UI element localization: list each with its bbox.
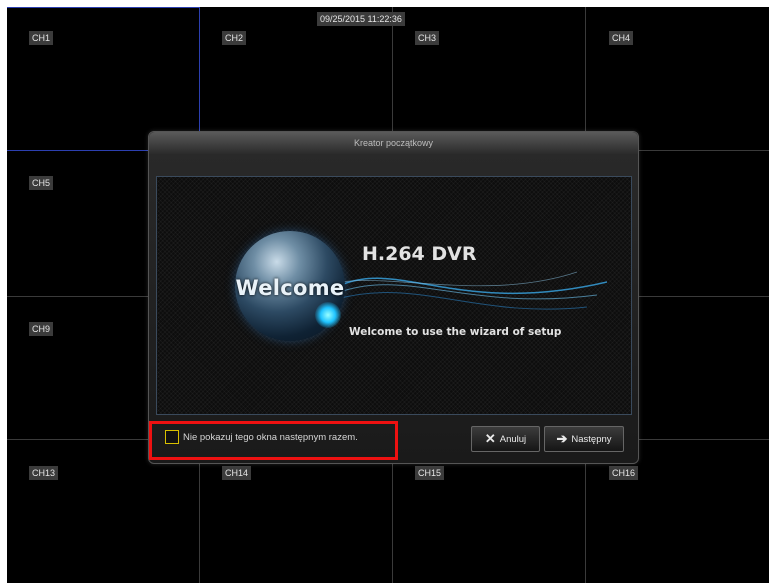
channel-label[interactable]: CH9	[29, 322, 54, 336]
channel-label[interactable]: CH2	[222, 31, 247, 45]
next-label: Następny	[571, 433, 612, 445]
welcome-text: Welcome	[235, 276, 345, 300]
channel-label[interactable]: CH4	[609, 31, 634, 45]
grid-line	[7, 7, 199, 8]
wizard-subtitle: Welcome to use the wizard of setup	[349, 326, 562, 338]
orb-glow	[315, 302, 341, 328]
next-button[interactable]: ➔ Następny	[544, 426, 624, 452]
system-clock: 09/25/2015 11:22:36	[317, 12, 405, 26]
highlight-annotation	[149, 421, 398, 460]
welcome-banner: Welcome H.264 DVR Welcome to use the wiz…	[156, 176, 632, 415]
cancel-label: Anuluj	[499, 433, 527, 445]
channel-label[interactable]: CH5	[29, 176, 54, 190]
arrow-right-icon: ➔	[556, 431, 568, 446]
channel-label[interactable]: CH13	[29, 466, 59, 480]
grid-line	[199, 7, 200, 150]
channel-label[interactable]: CH16	[609, 466, 639, 480]
channel-label[interactable]: CH14	[222, 466, 252, 480]
product-title: H.264 DVR	[362, 243, 477, 265]
channel-label[interactable]: CH1	[29, 31, 54, 45]
channel-label[interactable]: CH3	[415, 31, 440, 45]
close-icon: ✕	[484, 431, 496, 446]
cancel-button[interactable]: ✕ Anuluj	[471, 426, 540, 452]
channel-label[interactable]: CH15	[415, 466, 445, 480]
dialog-title: Kreator początkowy	[149, 132, 638, 154]
swoosh-graphic	[337, 271, 607, 310]
startup-wizard-dialog: Kreator początkowy Welcome H.264 DVR Wel…	[148, 131, 639, 464]
